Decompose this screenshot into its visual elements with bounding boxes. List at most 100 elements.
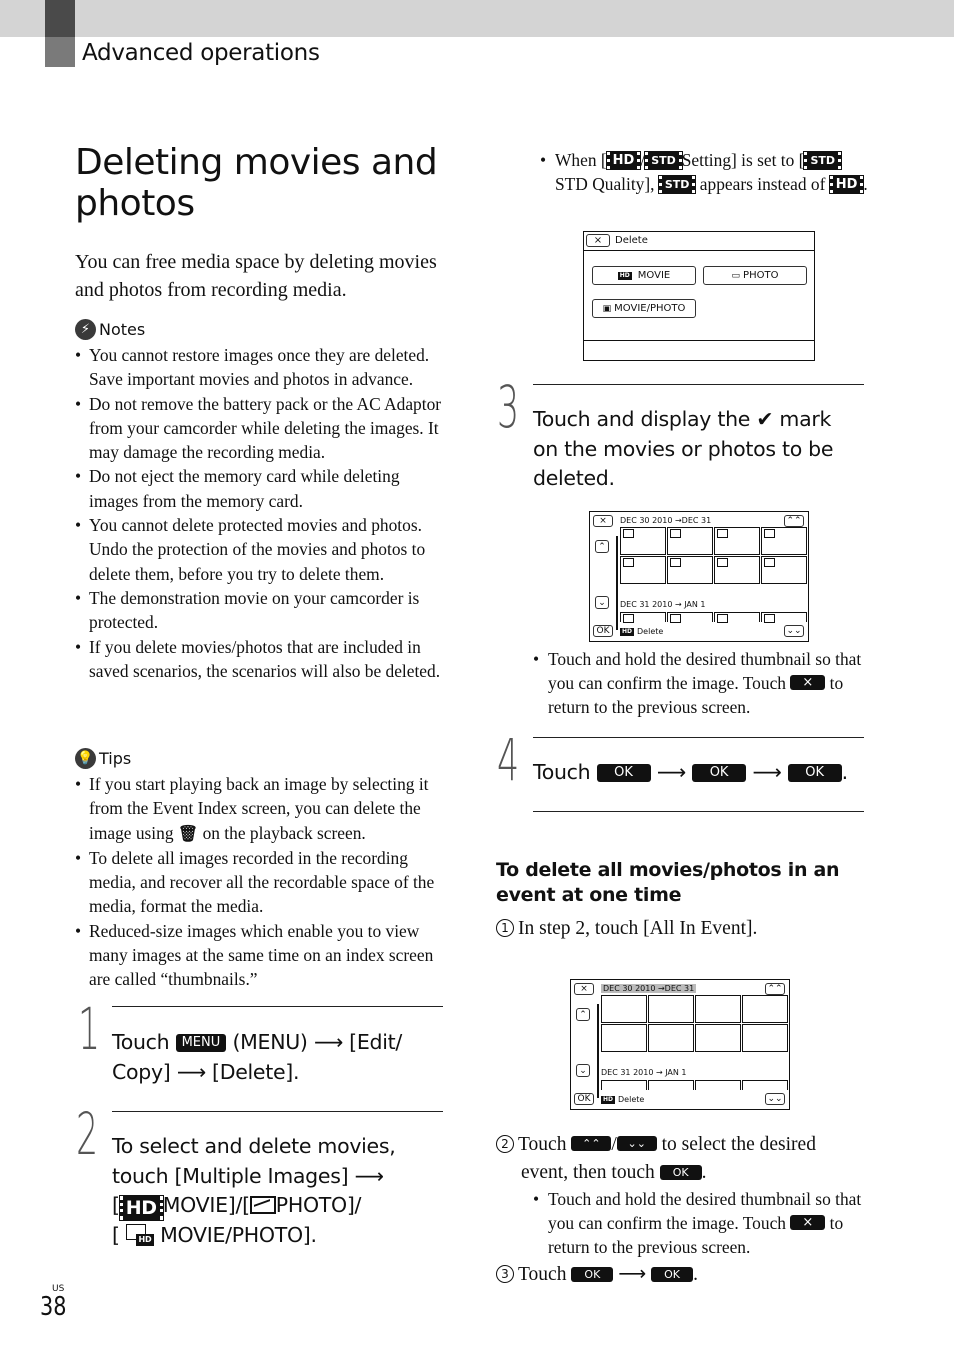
thumbnail[interactable] bbox=[695, 1080, 741, 1090]
thumbnail[interactable] bbox=[761, 556, 807, 584]
step-3-rule bbox=[533, 384, 864, 385]
movie-button[interactable]: HD MOVIE bbox=[592, 266, 696, 285]
step-text-part: MOVIE/PHOTO]. bbox=[160, 1222, 317, 1247]
all-event-step-2: 2 Touch ⌃⌃ / ⌄⌄ to select the desired event… bbox=[496, 1131, 866, 1187]
all-event-note-list: Touch and hold the desired thumbnail so … bbox=[533, 1187, 868, 1259]
scroll-down-button[interactable]: ⌄ bbox=[576, 1064, 590, 1077]
checkbox-icon[interactable] bbox=[764, 529, 775, 538]
thumbnail[interactable] bbox=[714, 556, 760, 584]
page-number: 38 bbox=[40, 1292, 67, 1322]
thumbnail[interactable] bbox=[742, 1080, 788, 1090]
thumbnail[interactable] bbox=[667, 612, 713, 623]
checkbox-icon[interactable] bbox=[717, 614, 728, 623]
step-4-bottom-rule bbox=[533, 811, 864, 812]
close-button[interactable]: × bbox=[593, 515, 613, 527]
step-text-part: Touch and display the bbox=[533, 407, 751, 431]
step-text-part: To select and delete movies, bbox=[112, 1134, 396, 1158]
step-text-part: PHOTO]/ bbox=[275, 1193, 362, 1217]
checkbox-icon[interactable] bbox=[623, 614, 634, 623]
checkbox-icon[interactable] bbox=[764, 558, 775, 567]
checkbox-icon[interactable] bbox=[623, 558, 634, 567]
thumbnail[interactable] bbox=[620, 556, 666, 584]
tip-item: Reduced-size images which enable you to … bbox=[75, 919, 447, 992]
close-button[interactable]: × bbox=[574, 983, 594, 995]
checkbox-icon[interactable] bbox=[717, 529, 728, 538]
note-text: When [ bbox=[555, 150, 607, 170]
checkbox-icon[interactable] bbox=[764, 614, 775, 623]
checkbox-icon[interactable] bbox=[670, 614, 681, 623]
thumbnail[interactable] bbox=[620, 527, 666, 555]
close-button[interactable]: × bbox=[586, 234, 610, 247]
checkbox-icon[interactable] bbox=[670, 529, 681, 538]
note-item: You cannot restore images once they are … bbox=[75, 343, 447, 392]
checkbox-icon[interactable] bbox=[717, 558, 728, 567]
thumbnail[interactable] bbox=[742, 995, 788, 1023]
thumbnail[interactable] bbox=[714, 527, 760, 555]
note-text: instead of bbox=[757, 174, 826, 194]
substep-text: to select the desired bbox=[661, 1134, 816, 1155]
movie-photo-button[interactable]: ▣ MOVIE/PHOTO bbox=[592, 299, 696, 318]
delete-label: HD Delete bbox=[620, 627, 663, 636]
step-2-rule bbox=[112, 1111, 443, 1112]
movie-photo-icon: ▣ bbox=[602, 303, 612, 314]
substep-text: In step 2, touch [All In Event]. bbox=[518, 918, 758, 939]
thumbnail[interactable] bbox=[620, 612, 666, 623]
button-label: MOVIE bbox=[637, 270, 671, 281]
checkbox-icon[interactable] bbox=[623, 529, 634, 538]
thumbnail[interactable] bbox=[695, 995, 741, 1023]
notes-bolt-icon: ⚡ bbox=[75, 319, 96, 340]
thumbnail[interactable] bbox=[648, 1080, 694, 1090]
step-text-part: Touch bbox=[533, 760, 591, 784]
next-event-button[interactable]: ⌄⌄ bbox=[784, 625, 804, 637]
event-label: DEC 30 2010 →DEC 31 bbox=[601, 984, 697, 993]
scrollbar[interactable] bbox=[616, 536, 618, 630]
delete-label: HD Delete bbox=[601, 1095, 644, 1104]
note-text: . bbox=[863, 174, 868, 194]
step-3-note-list: Touch and hold the desired thumbnail so … bbox=[533, 647, 868, 719]
prev-event-button[interactable]: ⌃⌃ bbox=[765, 983, 785, 995]
ok-button[interactable]: OK bbox=[574, 1093, 594, 1105]
ok-button[interactable]: OK bbox=[593, 625, 613, 637]
ok-key: OK bbox=[596, 764, 651, 782]
thumbnail[interactable] bbox=[601, 995, 647, 1023]
step-text-part: deleted. bbox=[533, 466, 615, 490]
thumbnail[interactable] bbox=[667, 556, 713, 584]
prev-event-button[interactable]: ⌃⌃ bbox=[784, 515, 804, 527]
arrow-icon: ⟶ bbox=[656, 760, 686, 784]
scroll-down-button[interactable]: ⌄ bbox=[595, 596, 609, 609]
thumbnail[interactable] bbox=[742, 1024, 788, 1052]
thumbnail[interactable] bbox=[601, 1024, 647, 1052]
step-4-text: Touch OK ⟶ OK ⟶ OK. bbox=[533, 758, 873, 788]
delete-text: Delete bbox=[618, 1095, 645, 1104]
thumbnail[interactable] bbox=[667, 527, 713, 555]
thumbnail[interactable] bbox=[695, 1024, 741, 1052]
step-text-part: (MENU) bbox=[232, 1030, 308, 1054]
checkbox-icon[interactable] bbox=[670, 558, 681, 567]
thumbnail[interactable] bbox=[648, 1024, 694, 1052]
thumbnail[interactable] bbox=[714, 612, 760, 623]
thumbnail[interactable] bbox=[601, 1080, 647, 1090]
thumbnail[interactable] bbox=[761, 612, 807, 623]
substep-text: Touch bbox=[518, 1134, 567, 1155]
thumbnail[interactable] bbox=[648, 995, 694, 1023]
scroll-up-button[interactable]: ⌃ bbox=[576, 1008, 590, 1021]
step-text-part: touch [Multiple Images] bbox=[112, 1163, 349, 1188]
step-text-part: on the movies or photos to be bbox=[533, 436, 834, 461]
photo-button[interactable]: ▭ PHOTO bbox=[703, 266, 807, 285]
movie-photo-icon: HD bbox=[125, 1223, 154, 1246]
photo-icon: ▭ bbox=[731, 270, 741, 281]
scroll-up-button[interactable]: ⌃ bbox=[595, 540, 609, 553]
hd-icon: HD bbox=[605, 151, 642, 170]
arrow-icon: ⟶ bbox=[618, 1262, 647, 1285]
thumbnail[interactable] bbox=[761, 527, 807, 555]
notes-list: You cannot restore images once they are … bbox=[75, 343, 447, 683]
section-title: Advanced operations bbox=[82, 40, 320, 66]
ok-key: OK bbox=[659, 1165, 702, 1180]
step-4-rule bbox=[533, 737, 864, 738]
scrollbar[interactable] bbox=[597, 1004, 599, 1098]
screen-divider bbox=[584, 340, 814, 341]
hd-icon: HD bbox=[620, 628, 635, 636]
next-event-button[interactable]: ⌄⌄ bbox=[765, 1093, 785, 1105]
note-item: You cannot delete protected movies and p… bbox=[75, 513, 447, 586]
tip-item: If you start playing back an image by se… bbox=[75, 772, 447, 846]
